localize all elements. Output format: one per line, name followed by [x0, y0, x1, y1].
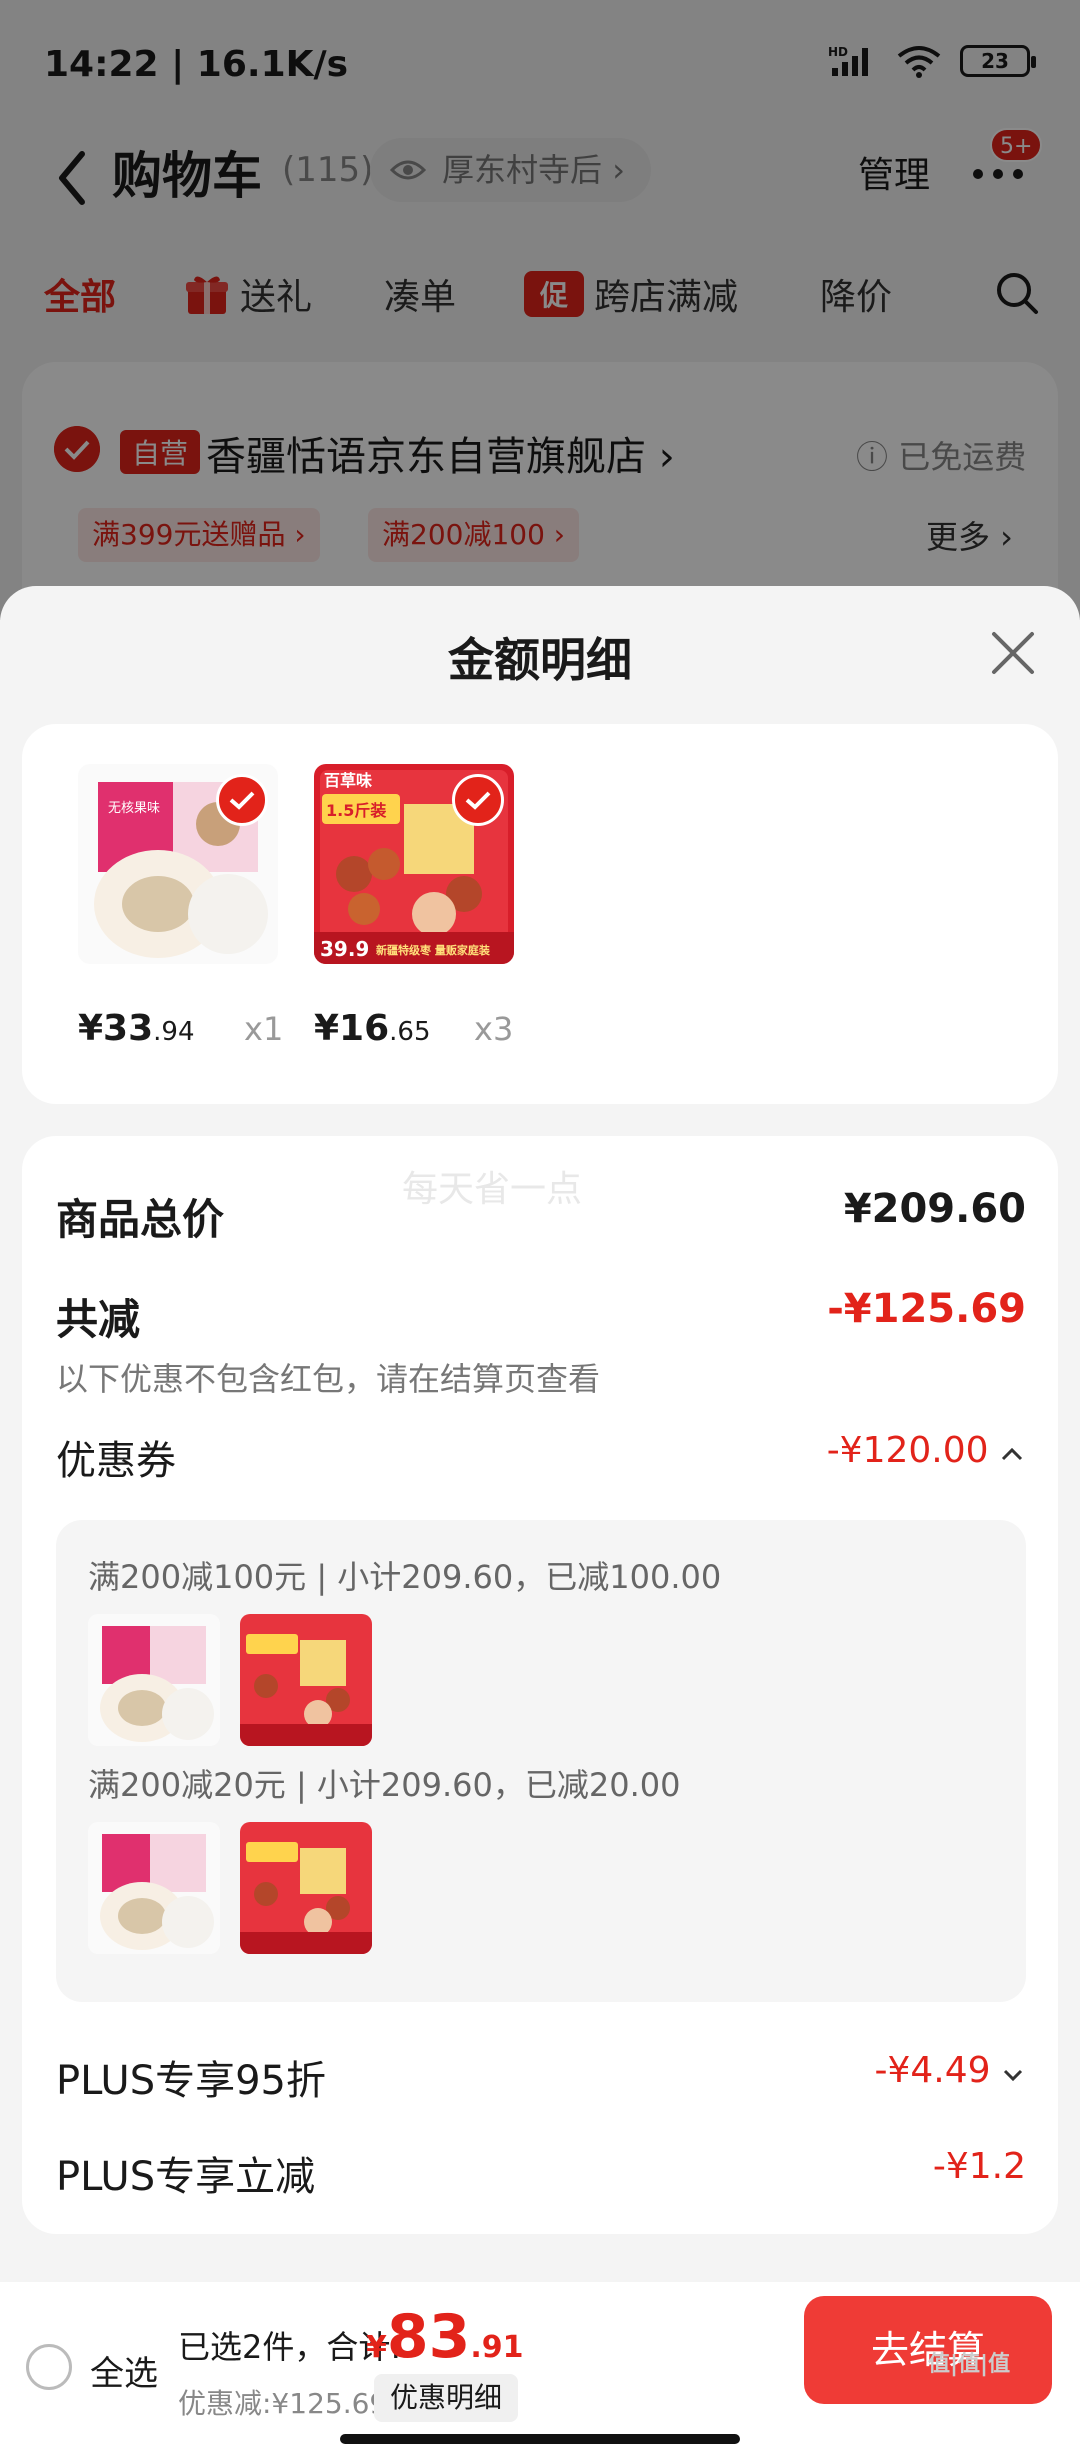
product-price: ¥33.94 — [78, 1008, 195, 1049]
coupon-value: -¥120.00 — [826, 1430, 989, 1471]
selected-items-card: 无核果味 ¥33.94 x1 百草味 1.5斤装 39.9 新疆特级枣 量贩家庭… — [22, 724, 1058, 1104]
coupon-detail-box: 满200减100元 | 小计209.60，已减100.00 满200减20元 |… — [56, 1520, 1026, 2002]
svg-text:无核果味: 无核果味 — [108, 801, 160, 816]
total-reduce-value: -¥125.69 — [827, 1286, 1026, 1332]
plus-discount-label: PLUS专享95折 — [56, 2058, 326, 2104]
price-cents: .65 — [389, 1017, 431, 1047]
plus-discount-toggle[interactable]: -¥4.49 — [874, 2050, 1024, 2091]
plus-reduce-label: PLUS专享立减 — [56, 2154, 316, 2200]
coupon-product-thumb — [88, 1822, 220, 1954]
goods-total-value: ¥209.60 — [843, 1186, 1026, 1232]
check-icon — [216, 774, 268, 826]
modal-backdrop[interactable] — [0, 0, 1080, 620]
home-indicator[interactable] — [340, 2434, 740, 2444]
discount-summary: 优惠减:¥125.69 — [178, 2387, 388, 2420]
discount-detail-button[interactable]: 优惠明细 — [374, 2374, 519, 2422]
price-main: ¥33 — [78, 1008, 154, 1049]
coupon-rule: 满200减100元 | 小计209.60，已减100.00 — [88, 1558, 722, 1596]
check-icon — [452, 774, 504, 826]
coupon-rule: 满200减20元 | 小计209.60，已减20.00 — [88, 1766, 681, 1804]
total-integer: 83 — [386, 2302, 471, 2372]
total-decimal: .91 — [470, 2330, 524, 2365]
coupon-product-thumb — [88, 1614, 220, 1746]
goods-total-label: 商品总价 — [56, 1195, 225, 1244]
svg-text:百草味: 百草味 — [324, 771, 372, 790]
close-icon[interactable] — [988, 628, 1038, 678]
total-amount: ¥83.91 — [366, 2302, 524, 2372]
product-quantity: x1 — [244, 1010, 284, 1048]
sheet-title: 金额明细 — [448, 633, 632, 687]
svg-text:新疆特级枣 量贩家庭装: 新疆特级枣 量贩家庭装 — [376, 943, 490, 957]
chevron-down-icon — [1003, 2069, 1023, 2082]
product-quantity: x3 — [474, 1010, 514, 1048]
price-main: ¥16 — [314, 1008, 390, 1049]
total-reduce-label: 共减 — [56, 1295, 141, 1344]
product-price: ¥16.65 — [314, 1008, 431, 1049]
select-all-checkbox[interactable] — [26, 2344, 72, 2390]
svg-text:39.9: 39.9 — [320, 937, 369, 961]
product-image-jujube-bag: 百草味 1.5斤装 39.9 新疆特级枣 量贩家庭装 — [314, 764, 514, 964]
chevron-up-icon — [1001, 1447, 1023, 1461]
reduce-note: 以下优惠不包含红包，请在结算页查看 — [56, 1360, 601, 1398]
price-breakdown-card: 每天省一点 商品总价 ¥209.60 共减 -¥125.69 以下优惠不包含红包… — [22, 1136, 1058, 2234]
plus-reduce-value: -¥1.2 — [932, 2146, 1026, 2187]
checkout-bar: 全选 已选2件，合计: ¥83.91 优惠减:¥125.69 优惠明细 去结算 … — [0, 2282, 1080, 2460]
coupon-product-thumb — [240, 1822, 372, 1954]
product-image-date-box: 无核果味 — [78, 764, 278, 964]
currency-symbol: ¥ — [366, 2330, 387, 2365]
coupon-toggle[interactable]: -¥120.00 — [827, 1430, 1024, 1471]
select-all-label[interactable]: 全选 — [90, 2346, 158, 2395]
cart-page-background: 14:22 | 16.1K/s HD 23 购物车 (115) 厚东村寺后 › … — [0, 0, 1080, 662]
watermark: 每天省一点 — [402, 1169, 583, 1210]
svg-text:1.5斤装: 1.5斤装 — [326, 801, 386, 820]
price-cents: .94 — [153, 1017, 195, 1047]
coupon-product-thumb — [240, 1614, 372, 1746]
site-watermark: 值|值|值 — [928, 2352, 1011, 2377]
amount-detail-sheet: 金额明细 无核果味 ¥33.94 x1 百草味 1.5斤装 39.9 新疆特级枣… — [0, 586, 1080, 2460]
plus-discount-value: -¥4.49 — [874, 2050, 991, 2091]
coupon-label: 优惠券 — [56, 1438, 176, 1484]
